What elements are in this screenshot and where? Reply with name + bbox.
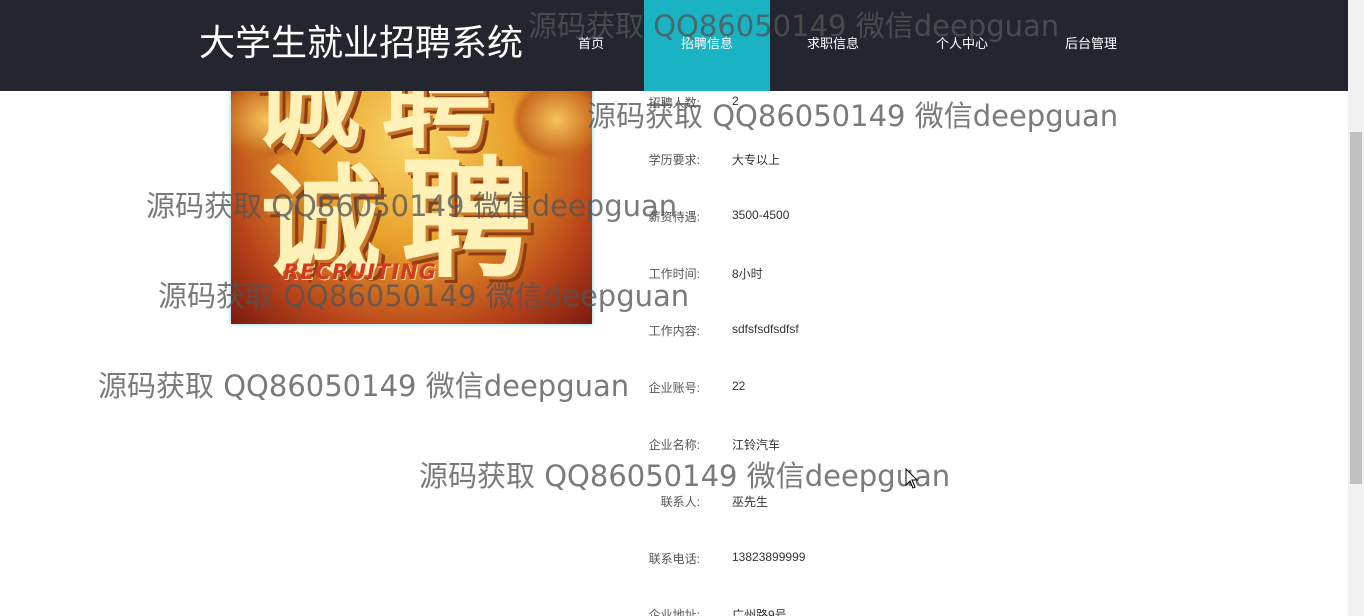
nav-item-admin[interactable]: 后台管理 bbox=[1028, 0, 1154, 91]
site-title: 大学生就业招聘系统 bbox=[199, 23, 524, 64]
nav-item-job-seekers[interactable]: 求职信息 bbox=[770, 0, 896, 91]
detail-label: 招聘人数: bbox=[648, 96, 700, 110]
vertical-scrollbar[interactable] bbox=[1348, 0, 1364, 616]
detail-value: 13823899999 bbox=[732, 550, 806, 564]
detail-label: 薪资待遇: bbox=[648, 210, 700, 224]
poster-recruiting-text: RECRUITING bbox=[283, 260, 437, 284]
nav-item-job-postings[interactable]: 招聘信息 bbox=[644, 0, 770, 91]
detail-value: 巫先生 bbox=[732, 495, 769, 509]
detail-label: 工作内容: bbox=[648, 324, 700, 338]
watermark-text: 源码获取 QQ86050149 微信deepguan bbox=[98, 369, 630, 403]
detail-label: 工作时间: bbox=[648, 267, 700, 281]
detail-label: 企业名称: bbox=[648, 438, 700, 452]
page: 诚 聘 诚 聘 RECRUITING 招聘人数: 2 学历要求: 大专以上 薪资… bbox=[0, 0, 1364, 616]
recruitment-poster-image: 诚 聘 诚 聘 RECRUITING bbox=[231, 60, 592, 324]
detail-value: sdfsfsdfsdfsf bbox=[732, 322, 799, 336]
scrollbar-thumb[interactable] bbox=[1350, 132, 1362, 484]
nav-item-personal-center[interactable]: 个人中心 bbox=[899, 0, 1025, 91]
watermark-text: 源码获取 QQ86050149 微信deepguan bbox=[419, 459, 951, 493]
detail-value: 江铃汽车 bbox=[732, 438, 781, 452]
detail-value: 2 bbox=[732, 94, 739, 108]
detail-label: 联系人: bbox=[660, 495, 700, 509]
top-navbar: 大学生就业招聘系统 首页 招聘信息 求职信息 个人中心 后台管理 bbox=[0, 0, 1348, 91]
detail-value: 大专以上 bbox=[732, 153, 781, 167]
mouse-pointer-icon bbox=[905, 468, 919, 489]
detail-label: 企业地址: bbox=[648, 608, 700, 616]
detail-label: 企业账号: bbox=[648, 381, 700, 395]
detail-label: 联系电话: bbox=[648, 552, 700, 566]
detail-value: 广州路9号 bbox=[732, 608, 787, 616]
detail-value: 3500-4500 bbox=[732, 208, 790, 222]
nav-item-home[interactable]: 首页 bbox=[528, 0, 654, 91]
detail-value: 22 bbox=[732, 379, 746, 393]
detail-label: 学历要求: bbox=[648, 153, 700, 167]
detail-value: 8小时 bbox=[732, 267, 763, 281]
